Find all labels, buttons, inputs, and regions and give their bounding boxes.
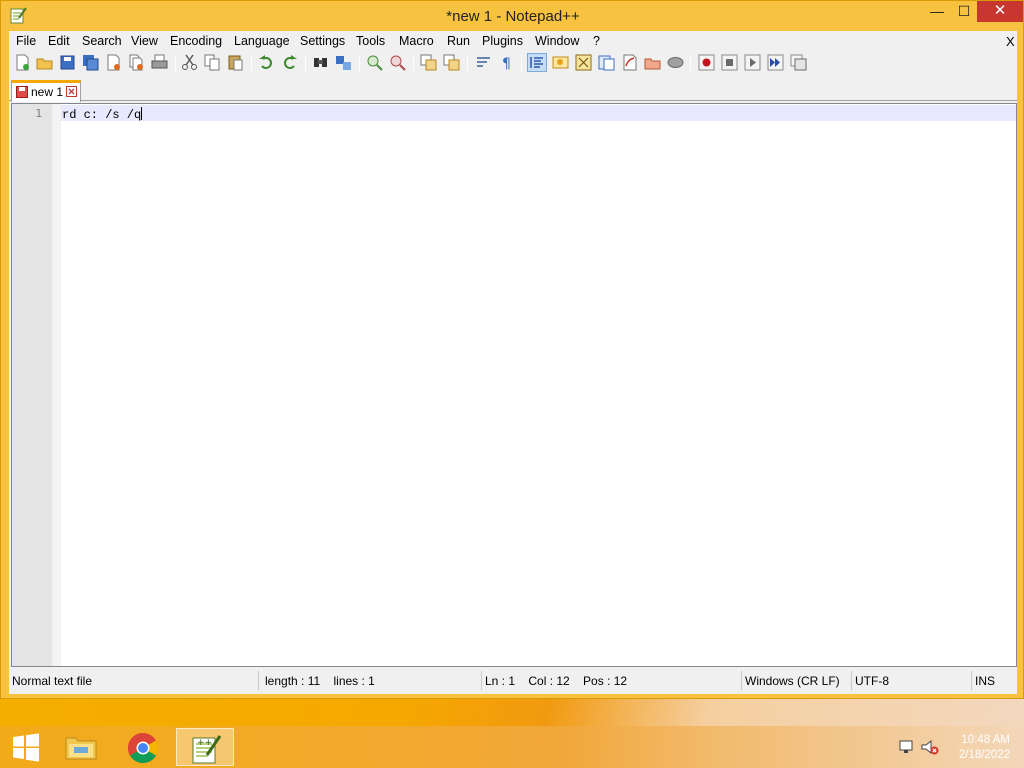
line-number-gutter: 1	[12, 104, 61, 666]
close-icon[interactable]	[105, 54, 122, 71]
maximize-button[interactable]: ☐	[951, 1, 977, 22]
tab-label: new 1	[31, 85, 64, 99]
doc-map-icon[interactable]	[575, 54, 592, 71]
network-icon[interactable]	[899, 739, 915, 755]
unsaved-file-icon	[16, 86, 28, 98]
taskbar: ++ 10:48 AM 2/18/2022	[0, 726, 1024, 768]
open-folder-icon[interactable]	[644, 54, 661, 71]
tab-bar: new 1	[9, 77, 1017, 102]
menu-help[interactable]: ?	[593, 34, 600, 48]
monitoring-icon[interactable]	[667, 54, 684, 71]
volume-muted-icon[interactable]	[921, 739, 939, 755]
open-file-icon[interactable]	[36, 54, 53, 71]
tab-close-icon[interactable]	[66, 86, 77, 97]
svg-text:¶: ¶	[502, 56, 511, 71]
clock-date: 2/18/2022	[958, 749, 1010, 761]
current-line-highlight	[61, 105, 1016, 121]
menu-bar: File Edit Search View Encoding Language …	[9, 31, 1017, 51]
function-list-icon[interactable]	[598, 54, 615, 71]
zoom-in-icon[interactable]	[366, 54, 383, 71]
line-text: rd c: /s /q	[62, 108, 142, 122]
title-bar[interactable]: *new 1 - Notepad++ — ☐ ✕	[1, 1, 1024, 31]
playback-macro-icon[interactable]	[744, 54, 761, 71]
indent-guide-icon[interactable]	[527, 53, 547, 72]
menu-window[interactable]: Window	[535, 34, 579, 48]
tab-new-1[interactable]: new 1	[11, 80, 81, 102]
undo-icon[interactable]	[258, 54, 275, 71]
word-wrap-icon[interactable]	[475, 54, 492, 71]
replace-icon[interactable]	[335, 54, 352, 71]
file-explorer-button[interactable]	[52, 728, 110, 766]
notepad-plus-plus-icon: ++	[192, 735, 222, 764]
close-button[interactable]: ✕	[977, 1, 1023, 22]
status-file-type: Normal text file	[9, 671, 259, 690]
status-length-lines: length : 11 lines : 1	[262, 671, 482, 690]
show-all-characters-icon[interactable]: ¶	[498, 54, 515, 71]
copy-icon[interactable]	[204, 54, 221, 71]
print-icon[interactable]	[151, 54, 168, 71]
start-icon	[13, 733, 39, 762]
save-all-icon[interactable]	[82, 54, 99, 71]
menu-tools[interactable]: Tools	[356, 34, 385, 48]
minimize-button[interactable]: —	[923, 1, 951, 22]
notepad-plus-plus-taskbar-button[interactable]: ++	[176, 728, 234, 766]
cut-icon[interactable]	[181, 54, 198, 71]
sync-vertical-icon[interactable]	[420, 54, 437, 71]
client-area: File Edit Search View Encoding Language …	[9, 31, 1017, 694]
system-clock[interactable]: 10:48 AM 2/18/2022	[950, 733, 1010, 763]
menu-encoding[interactable]: Encoding	[170, 34, 222, 48]
chrome-icon	[127, 733, 159, 764]
status-bar: Normal text file length : 11 lines : 1 L…	[9, 669, 1017, 693]
find-icon[interactable]	[312, 54, 329, 71]
menu-macro[interactable]: Macro	[399, 34, 434, 48]
run-macro-multiple-icon[interactable]	[767, 54, 784, 71]
menu-run[interactable]: Run	[447, 34, 470, 48]
status-position: Ln : 1 Col : 12 Pos : 12	[482, 671, 742, 690]
close-document-button[interactable]: X	[1006, 34, 1015, 49]
file-explorer-icon	[65, 737, 97, 760]
window-title: *new 1 - Notepad++	[446, 8, 580, 25]
chrome-button[interactable]	[114, 728, 172, 766]
line-number: 1	[35, 107, 42, 120]
svg-text:++: ++	[197, 738, 212, 748]
status-encoding[interactable]: UTF-8	[852, 671, 972, 690]
folder-as-workspace-icon[interactable]	[621, 54, 638, 71]
new-file-icon[interactable]	[14, 54, 31, 71]
save-icon[interactable]	[59, 54, 76, 71]
fold-margin[interactable]	[52, 104, 61, 666]
redo-icon[interactable]	[281, 54, 298, 71]
menu-plugins[interactable]: Plugins	[482, 34, 523, 48]
clock-time: 10:48 AM	[961, 734, 1010, 746]
editor-line[interactable]: rd c: /s /q	[62, 107, 143, 122]
menu-settings[interactable]: Settings	[300, 34, 345, 48]
notepad-plus-plus-window: *new 1 - Notepad++ — ☐ ✕ File Edit Searc…	[0, 0, 1024, 699]
close-all-icon[interactable]	[128, 54, 145, 71]
menu-view[interactable]: View	[131, 34, 158, 48]
stop-recording-icon[interactable]	[721, 54, 738, 71]
paste-icon[interactable]	[227, 54, 244, 71]
menu-file[interactable]: File	[16, 34, 36, 48]
menu-language[interactable]: Language	[234, 34, 290, 48]
zoom-out-icon[interactable]	[389, 54, 406, 71]
text-caret	[141, 107, 143, 120]
record-macro-icon[interactable]	[698, 54, 715, 71]
user-language-icon[interactable]	[552, 54, 569, 71]
toolbar: ¶	[9, 51, 1017, 75]
status-eol[interactable]: Windows (CR LF)	[742, 671, 852, 690]
text-editor[interactable]: 1 rd c: /s /q	[11, 103, 1017, 667]
save-macro-icon[interactable]	[790, 54, 807, 71]
start-button[interactable]	[0, 728, 58, 766]
sync-horizontal-icon[interactable]	[443, 54, 460, 71]
status-insert-mode[interactable]: INS	[972, 671, 1012, 690]
menu-search[interactable]: Search	[82, 34, 122, 48]
menu-edit[interactable]: Edit	[48, 34, 70, 48]
